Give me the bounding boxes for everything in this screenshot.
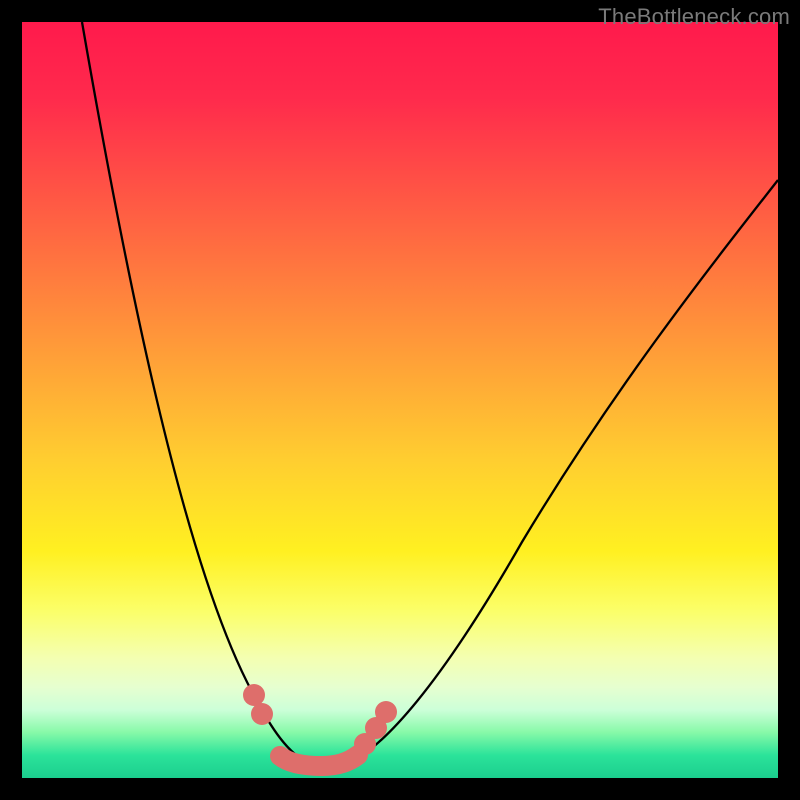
marker-dot-left-1 bbox=[243, 684, 265, 706]
marker-dot-right-3 bbox=[375, 701, 397, 723]
marker-floor bbox=[280, 755, 358, 766]
plot-svg bbox=[22, 22, 778, 778]
curve-right bbox=[342, 180, 778, 766]
watermark-text: TheBottleneck.com bbox=[598, 4, 790, 30]
curve-left bbox=[82, 22, 315, 766]
marker-dot-left-2 bbox=[251, 703, 273, 725]
